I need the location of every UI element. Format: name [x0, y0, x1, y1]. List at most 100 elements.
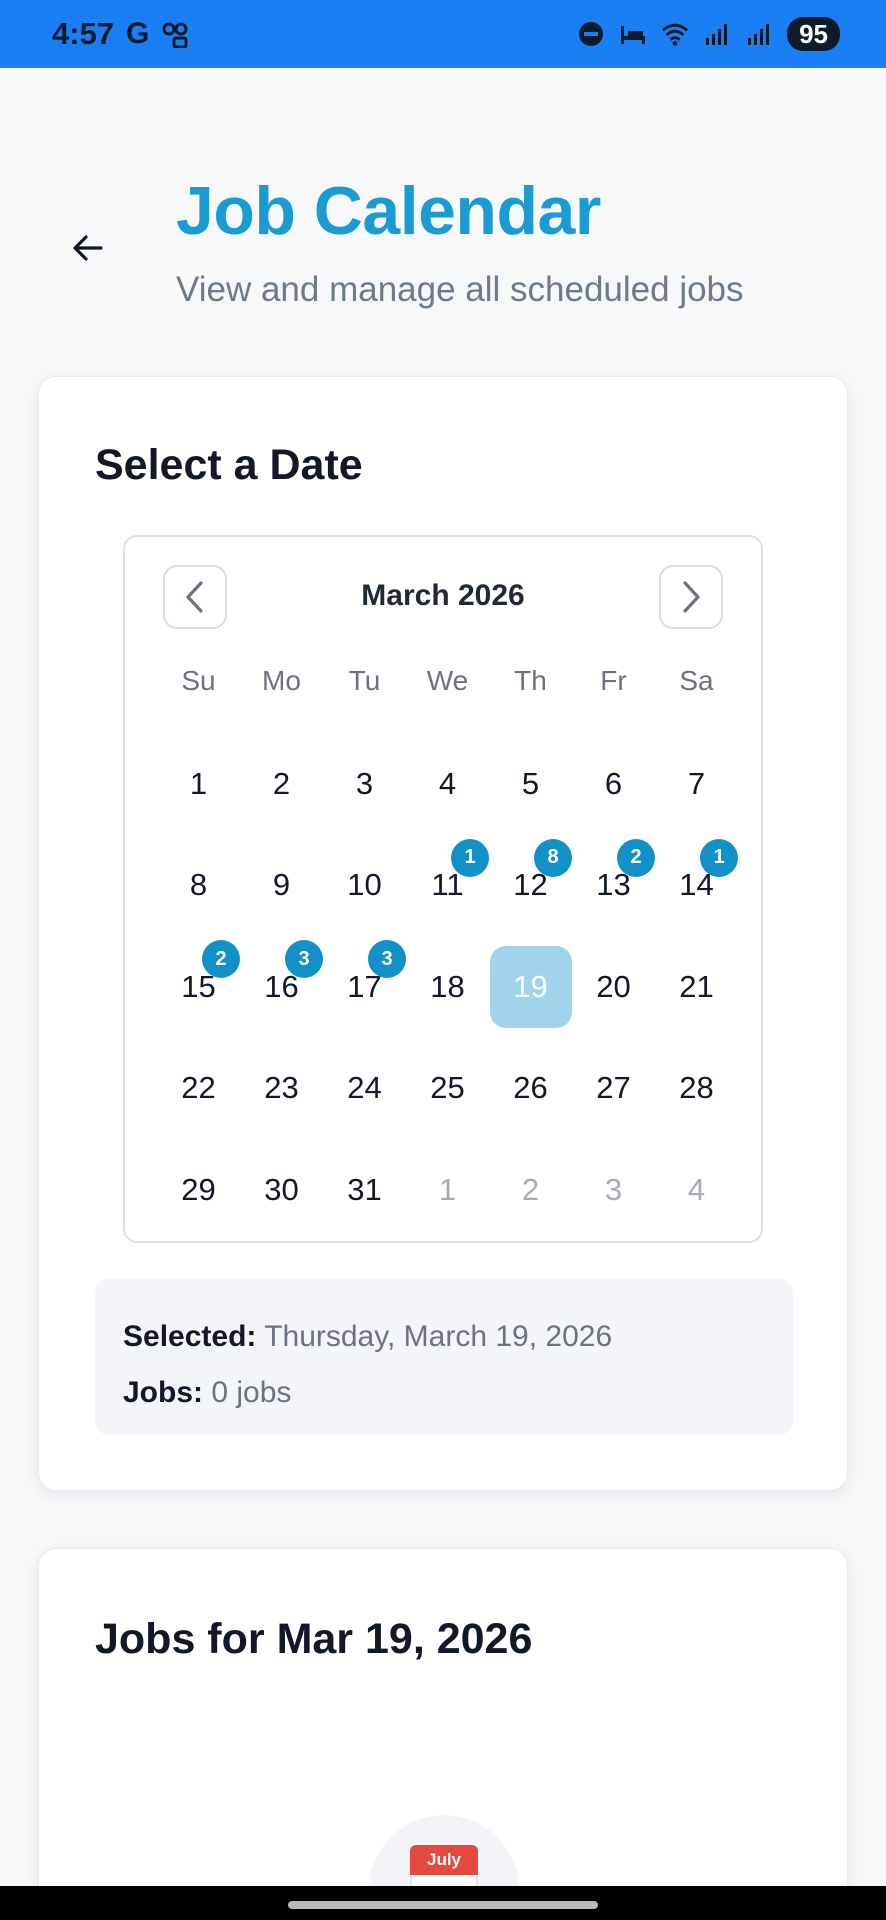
calendar-day-number: 20	[596, 968, 631, 1004]
calendar-day[interactable]: 28	[655, 1038, 738, 1140]
job-count-badge: 1	[700, 838, 738, 877]
calendar-day-number: 1	[438, 1171, 457, 1207]
calendar-day[interactable]: 2	[489, 1139, 572, 1241]
calendar-day[interactable]: 8	[157, 835, 240, 937]
calendar-day-inner: 1	[439, 1172, 456, 1208]
calendar-day[interactable]: 16 3	[240, 936, 323, 1038]
calendar-day-inner: 7	[688, 766, 705, 802]
calendar-day[interactable]: 26	[489, 1038, 572, 1140]
card-title: Select a Date	[95, 441, 363, 489]
calendar-day[interactable]: 18	[406, 936, 489, 1038]
calendar-day[interactable]: 6	[572, 733, 655, 835]
calendar-day-inner: 8	[190, 867, 207, 903]
calendar-day-inner: 22	[181, 1070, 215, 1106]
calendar-day-number: 24	[347, 1070, 382, 1106]
calendar-day-inner: 10	[347, 867, 381, 903]
calendar-day-number: 22	[181, 1070, 216, 1106]
calendar-day-number: 9	[272, 867, 291, 903]
calendar-day-number: 23	[264, 1070, 299, 1106]
calendar-day[interactable]: 14 1	[655, 835, 738, 937]
weekday-label: Fr	[600, 665, 627, 696]
calendar-day-inner: 31	[347, 1172, 381, 1208]
voicemail-icon	[161, 20, 189, 48]
signal-icon	[703, 20, 731, 48]
calendar-day-inner: 1	[190, 766, 207, 802]
calendar-day-inner: 29	[181, 1172, 215, 1208]
calendar-day[interactable]: 25	[406, 1038, 489, 1140]
job-count-badge: 3	[285, 940, 323, 978]
wifi-icon	[661, 20, 689, 48]
weekday-label: Sa	[679, 665, 714, 696]
calendar-day-inner: 2	[522, 1172, 539, 1208]
selected-date-value: Thursday, March 19, 2026	[264, 1320, 613, 1353]
calendar-day[interactable]: 17 3	[323, 936, 406, 1038]
back-button[interactable]	[62, 222, 114, 274]
calendar-day-number: 5	[521, 765, 540, 801]
calendar-day[interactable]: 13 2	[572, 835, 655, 937]
calendar-day-grid: 1 2 3 4 5 6 7 8 9 10 11 1 12 8 13 2 14 1 15 2 16 3 17 3 18 19 20 21…	[157, 733, 739, 1241]
weekday-label: Su	[181, 665, 216, 696]
calendar-day-inner: 4	[688, 1172, 705, 1208]
calendar-day[interactable]: 7	[655, 733, 738, 835]
calendar-day-number: 26	[513, 1070, 548, 1106]
calendar-day[interactable]: 20	[572, 936, 655, 1038]
calendar-day[interactable]: 9	[240, 835, 323, 937]
calendar-day[interactable]: 31	[323, 1139, 406, 1241]
next-month-button[interactable]	[659, 565, 723, 629]
calendar-day[interactable]: 10	[323, 835, 406, 937]
calendar-weekdays: Su Mo Tu We Th Fr Sa	[157, 665, 739, 697]
status-bar-right: 95	[577, 17, 840, 51]
calendar-day-inner: 3	[356, 766, 373, 802]
calendar-day-number: 25	[430, 1070, 465, 1106]
calendar-day-inner: 2	[273, 766, 290, 802]
calendar-day-number: 30	[264, 1171, 299, 1207]
status-bar-left: 4:57 G	[52, 16, 189, 52]
calendar-day-number: 18	[430, 968, 465, 1004]
calendar-day-inner: 6	[605, 766, 622, 802]
calendar-day[interactable]: 1	[157, 733, 240, 835]
dnd-icon	[577, 20, 605, 48]
calendar-day[interactable]: 24	[323, 1038, 406, 1140]
calendar-day-number: 2	[272, 765, 291, 801]
calendar-day[interactable]: 4	[406, 733, 489, 835]
status-time: 4:57	[52, 16, 115, 51]
calendar-day-inner: 24	[347, 1070, 381, 1106]
calendar-day-number: 7	[687, 765, 706, 801]
calendar-day-number: 27	[596, 1070, 631, 1106]
weekday-label: Th	[514, 665, 547, 696]
calendar-day-selected[interactable]: 19	[489, 936, 572, 1038]
calendar-day[interactable]: 15 2	[157, 936, 240, 1038]
calendar-day-number: 3	[355, 765, 374, 801]
calendar-day-number: 4	[687, 1171, 706, 1207]
calendar-day-number: 1	[189, 765, 208, 801]
chevron-right-icon	[683, 581, 700, 613]
calendar-day[interactable]: 23	[240, 1038, 323, 1140]
weekday-label: Tu	[348, 665, 381, 696]
calendar-day[interactable]: 21	[655, 936, 738, 1038]
job-count-badge: 1	[451, 838, 489, 877]
calendar-day[interactable]: 4	[655, 1139, 738, 1241]
calendar-day[interactable]: 27	[572, 1038, 655, 1140]
calendar-day[interactable]: 2	[240, 733, 323, 835]
page-title: Job Calendar	[176, 173, 601, 249]
calendar-day-number: 8	[189, 867, 208, 903]
calendar-day[interactable]: 5	[489, 733, 572, 835]
calendar-day[interactable]: 3	[323, 733, 406, 835]
calendar-day[interactable]: 3	[572, 1139, 655, 1241]
calendar-day[interactable]: 1	[406, 1139, 489, 1241]
calendar-day-number: 2	[521, 1171, 540, 1207]
signal-icon	[745, 20, 773, 48]
calendar-day[interactable]: 12 8	[489, 835, 572, 937]
jobs-count-value: 0 jobs	[211, 1376, 292, 1409]
calendar-day[interactable]: 22	[157, 1038, 240, 1140]
calendar-day[interactable]: 30	[240, 1139, 323, 1241]
calendar-day-inner: 9	[273, 867, 290, 903]
calendar-day-inner: 28	[679, 1070, 713, 1106]
home-gesture-bar[interactable]	[288, 1901, 598, 1909]
calendar-day-inner: 5	[522, 766, 539, 802]
bed-icon	[619, 20, 647, 48]
calendar-day-inner: 27	[596, 1070, 630, 1106]
calendar-icon-month: July	[410, 1845, 478, 1875]
calendar-day[interactable]: 11 1	[406, 835, 489, 937]
calendar-day[interactable]: 29	[157, 1139, 240, 1241]
